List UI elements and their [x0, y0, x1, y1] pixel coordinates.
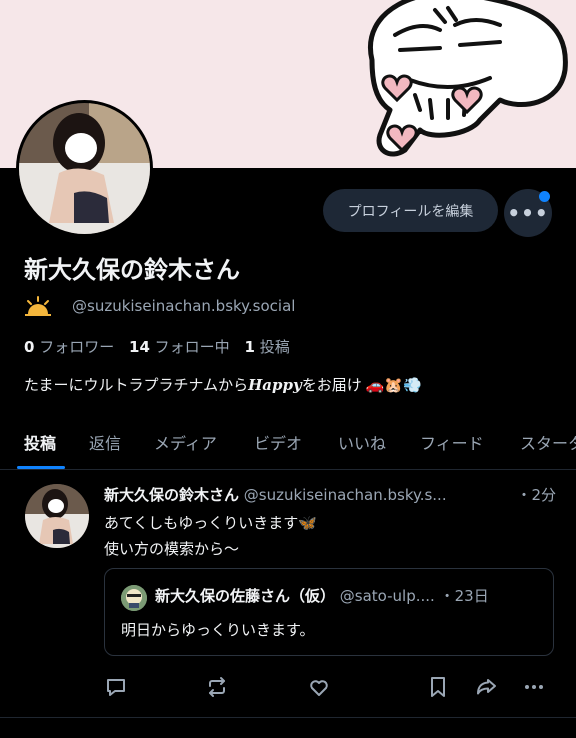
- post-author-handle[interactable]: @suzukiseinachan.bsky.s...: [244, 486, 447, 504]
- posts-label: 投稿: [259, 338, 290, 356]
- tab-likes[interactable]: いいね: [338, 430, 386, 454]
- quoted-post[interactable]: 新大久保の佐藤さん（仮） @sato-ulp.... ・23日 明日からゆっくり…: [104, 568, 554, 656]
- profile-tabs: 投稿 返信 メディア ビデオ いいね フィード スターター: [0, 418, 576, 470]
- tab-starter-packs[interactable]: スターター: [520, 430, 576, 454]
- avatar-photo: [19, 103, 150, 234]
- posts-stat: 1 投稿: [244, 338, 289, 356]
- post-body: あてくしもゆっくりいきます🦋 使い方の模索から〜: [104, 510, 317, 562]
- feed-post[interactable]: 新大久保の鈴木さん @suzukiseinachan.bsky.s... ・2分…: [0, 472, 576, 718]
- sun-icon: [25, 296, 51, 316]
- post-author-avatar[interactable]: [25, 484, 89, 548]
- bio-emoji: 🚗🐹💨: [365, 375, 422, 394]
- edit-profile-button[interactable]: プロフィールを編集: [323, 189, 498, 232]
- quoted-post-header: 新大久保の佐藤さん（仮） @sato-ulp.... ・23日: [155, 585, 540, 606]
- post-more-icon: [525, 685, 543, 689]
- like-icon: [310, 680, 328, 696]
- followers-label: フォロワー: [39, 338, 115, 356]
- post-avatar-photo: [25, 484, 89, 548]
- followers-count: 0: [24, 338, 35, 356]
- tab-feeds[interactable]: フィード: [420, 430, 484, 454]
- quoted-author-avatar: [121, 585, 147, 611]
- profile-display-name: 新大久保の鈴木さん: [24, 256, 240, 284]
- bio-suffix: をお届け: [301, 376, 362, 394]
- profile-handle[interactable]: @suzukiseinachan.bsky.social: [72, 297, 295, 315]
- post-body-line: あてくしもゆっくりいきます🦋: [104, 514, 317, 532]
- post-header: 新大久保の鈴木さん @suzukiseinachan.bsky.s... ・2分: [104, 484, 560, 505]
- post-body-line: 使い方の模索から〜: [104, 540, 240, 558]
- tab-replies[interactable]: 返信: [89, 430, 121, 454]
- more-icon: •••: [507, 201, 549, 225]
- post-more-button[interactable]: [521, 674, 547, 700]
- bio-prefix: たまーにウルトラプラチナムから: [24, 376, 249, 394]
- following-label: フォロー中: [154, 338, 230, 356]
- quoted-author-name: 新大久保の佐藤さん（仮）: [155, 587, 336, 605]
- profile-more-button[interactable]: •••: [504, 189, 552, 237]
- bio-italic: Happy: [248, 375, 302, 394]
- share-icon: [477, 679, 496, 695]
- bookmark-icon: [431, 677, 445, 697]
- repost-button[interactable]: [204, 674, 230, 700]
- following-stat[interactable]: 14 フォロー中: [129, 338, 230, 356]
- post-author-name[interactable]: 新大久保の鈴木さん: [104, 486, 239, 504]
- reply-icon: [107, 679, 125, 696]
- quoted-author-handle: @sato-ulp....: [339, 587, 435, 605]
- repost-icon: [209, 677, 225, 697]
- like-button[interactable]: [306, 674, 332, 700]
- profile-avatar[interactable]: [16, 100, 153, 237]
- bookmark-button[interactable]: [425, 674, 451, 700]
- profile-bio: たまーにウルトラプラチナムから Happy をお届け 🚗🐹💨: [24, 374, 422, 395]
- tab-videos[interactable]: ビデオ: [254, 430, 302, 454]
- profile-stats: 0 フォロワー 14 フォロー中 1 投稿: [24, 336, 290, 357]
- handle-row: @suzukiseinachan.bsky.social: [24, 294, 295, 318]
- reply-button[interactable]: [103, 674, 129, 700]
- tab-media[interactable]: メディア: [154, 430, 217, 454]
- tab-posts[interactable]: 投稿: [24, 430, 56, 454]
- followers-stat[interactable]: 0 フォロワー: [24, 338, 114, 356]
- posts-count: 1: [244, 338, 255, 356]
- active-tab-indicator: [17, 466, 65, 469]
- share-button[interactable]: [473, 674, 499, 700]
- notification-dot: [539, 191, 550, 202]
- quoted-avatar-image: [121, 585, 147, 611]
- quoted-post-timestamp: ・23日: [439, 587, 489, 605]
- following-count: 14: [129, 338, 150, 356]
- post-timestamp[interactable]: ・2分: [516, 484, 556, 505]
- quoted-post-body: 明日からゆっくりいきます。: [121, 621, 315, 639]
